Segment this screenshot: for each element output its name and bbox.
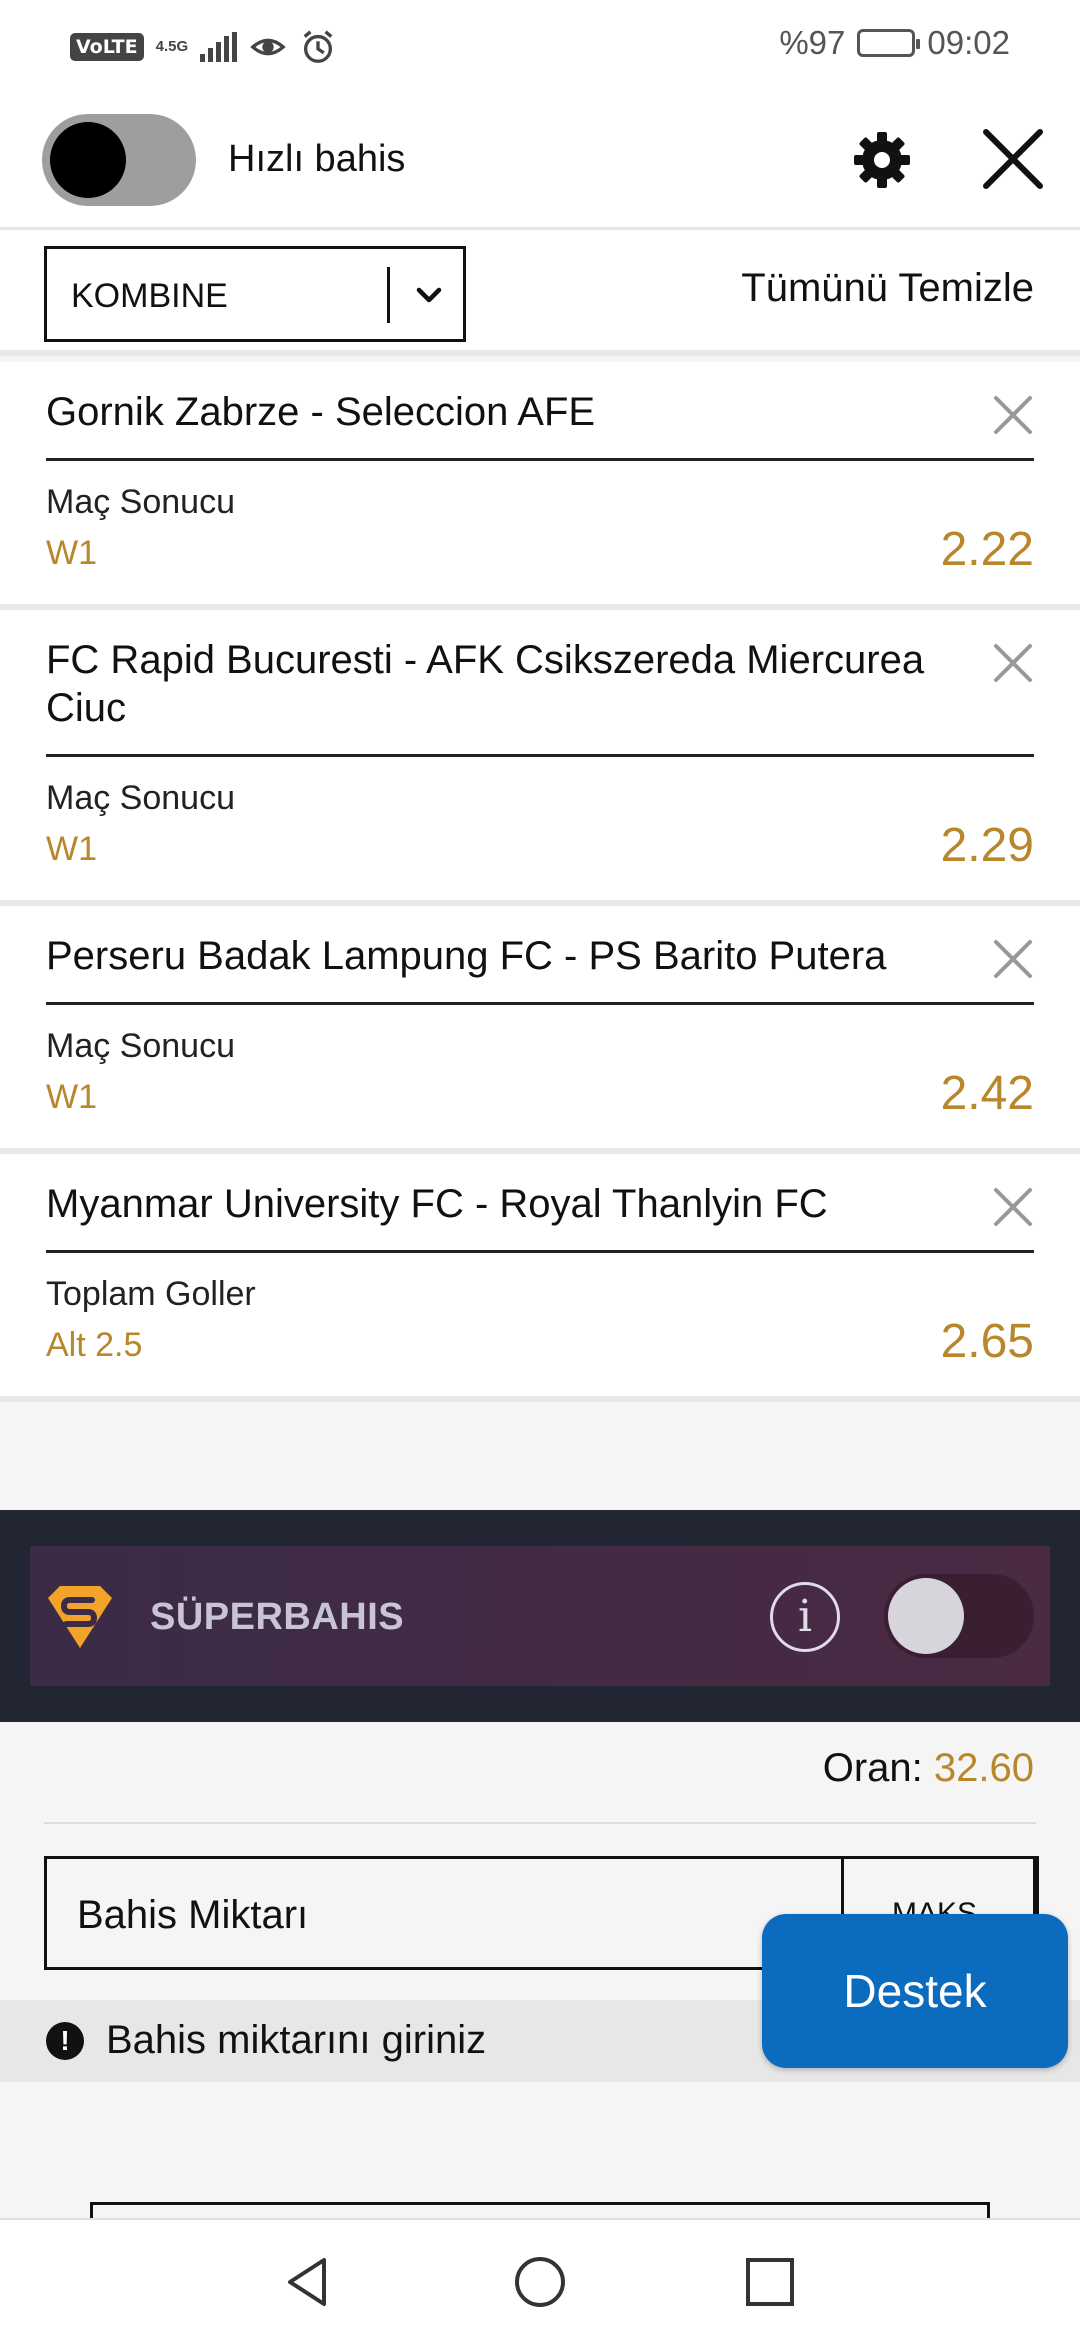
superbahis-label: SÜPERBAHIS <box>150 1596 405 1638</box>
match-title: FC Rapid Bucuresti - AFK Csikszereda Mie… <box>46 638 925 730</box>
market-name: Maç Sonucu <box>46 483 235 521</box>
status-left: VoLTE 4.5G <box>70 28 337 66</box>
toggle-knob <box>50 122 126 198</box>
market-name: Toplam Goller <box>46 1275 256 1313</box>
market-name: Maç Sonucu <box>46 1027 235 1065</box>
remove-bet-icon[interactable] <box>992 394 1034 436</box>
odd-value: 2.29 <box>940 819 1034 872</box>
selection-row: W1 2.29 <box>0 818 1080 884</box>
superbahis-section: SÜPERBAHIS i <box>0 1510 1080 1722</box>
superbahis-logo-icon <box>48 1586 112 1648</box>
chevron-down-icon <box>416 287 442 303</box>
divider <box>44 1822 1036 1824</box>
selection-row: Alt 2.5 2.65 <box>0 1314 1080 1380</box>
bet-card: Perseru Badak Lampung FC - PS Barito Put… <box>0 906 1080 1154</box>
superbahis-banner: SÜPERBAHIS i <box>30 1546 1050 1686</box>
selection-row: W1 2.42 <box>0 1066 1080 1132</box>
bet-list: Gornik Zabrze - Seleccion AFE Maç Sonucu… <box>0 362 1080 1402</box>
home-icon[interactable] <box>512 2254 568 2310</box>
odd-value: 2.42 <box>940 1067 1034 1120</box>
selection-name: W1 <box>46 830 97 868</box>
bet-type-dropdown[interactable]: KOMBINE <box>44 246 466 342</box>
bet-type-bar: KOMBINE Tümünü Temizle <box>0 230 1080 356</box>
bet-card: Gornik Zabrze - Seleccion AFE Maç Sonucu… <box>0 362 1080 610</box>
total-odds-label: Oran: <box>822 1746 923 1790</box>
superbahis-toggle[interactable] <box>884 1574 1034 1658</box>
match-title: Gornik Zabrze - Seleccion AFE <box>46 390 596 434</box>
remove-bet-icon[interactable] <box>992 642 1034 684</box>
total-odds: Oran: 32.60 <box>823 1746 1034 1791</box>
warning-icon: ! <box>46 2022 84 2060</box>
stake-placeholder: Bahis Miktarı <box>77 1893 309 1937</box>
settings-gear-icon[interactable] <box>850 128 914 192</box>
odd-value: 2.65 <box>940 1315 1034 1368</box>
support-button[interactable]: Destek <box>762 1914 1068 2068</box>
status-bar: VoLTE 4.5G %97 09:02 <box>0 0 1080 92</box>
status-right: %97 09:02 <box>779 24 1010 62</box>
selection-row: W1 2.22 <box>0 522 1080 588</box>
quick-bet-label: Hızlı bahis <box>228 138 406 180</box>
battery-icon <box>857 29 921 57</box>
match-title: Perseru Badak Lampung FC - PS Barito Put… <box>46 934 887 978</box>
bet-type-value: KOMBINE <box>71 277 228 315</box>
market-name: Maç Sonucu <box>46 779 235 817</box>
signal-icon <box>200 32 238 62</box>
volte-badge: VoLTE <box>70 33 144 61</box>
clear-all-button[interactable]: Tümünü Temizle <box>741 266 1034 311</box>
recents-icon[interactable] <box>742 2254 798 2310</box>
network-type: 4.5G <box>155 38 189 55</box>
dropdown-divider <box>387 267 390 323</box>
bet-card: Myanmar University FC - Royal Thanlyin F… <box>0 1154 1080 1402</box>
clock: 09:02 <box>927 24 1010 61</box>
battery-percent: %97 <box>779 24 846 61</box>
quick-bet-toggle[interactable] <box>42 114 196 206</box>
toggle-knob <box>888 1578 964 1654</box>
warning-text: Bahis miktarını giriniz <box>106 2018 487 2062</box>
remove-bet-icon[interactable] <box>992 938 1034 980</box>
alarm-icon <box>303 30 333 63</box>
selection-name: Alt 2.5 <box>46 1326 143 1364</box>
betslip-header: Hızlı bahis <box>0 92 1080 230</box>
info-icon[interactable]: i <box>770 1582 840 1652</box>
selection-name: W1 <box>46 1078 97 1116</box>
back-icon[interactable] <box>280 2254 336 2310</box>
bet-card: FC Rapid Bucuresti - AFK Csikszereda Mie… <box>0 610 1080 906</box>
odd-value: 2.22 <box>940 523 1034 576</box>
remove-bet-icon[interactable] <box>992 1186 1034 1228</box>
eye-icon <box>250 38 286 56</box>
total-odds-value: 32.60 <box>933 1746 1034 1790</box>
match-title: Myanmar University FC - Royal Thanlyin F… <box>46 1182 828 1226</box>
selection-name: W1 <box>46 534 97 572</box>
close-icon[interactable] <box>980 126 1046 192</box>
system-nav-bar <box>0 2218 1080 2340</box>
